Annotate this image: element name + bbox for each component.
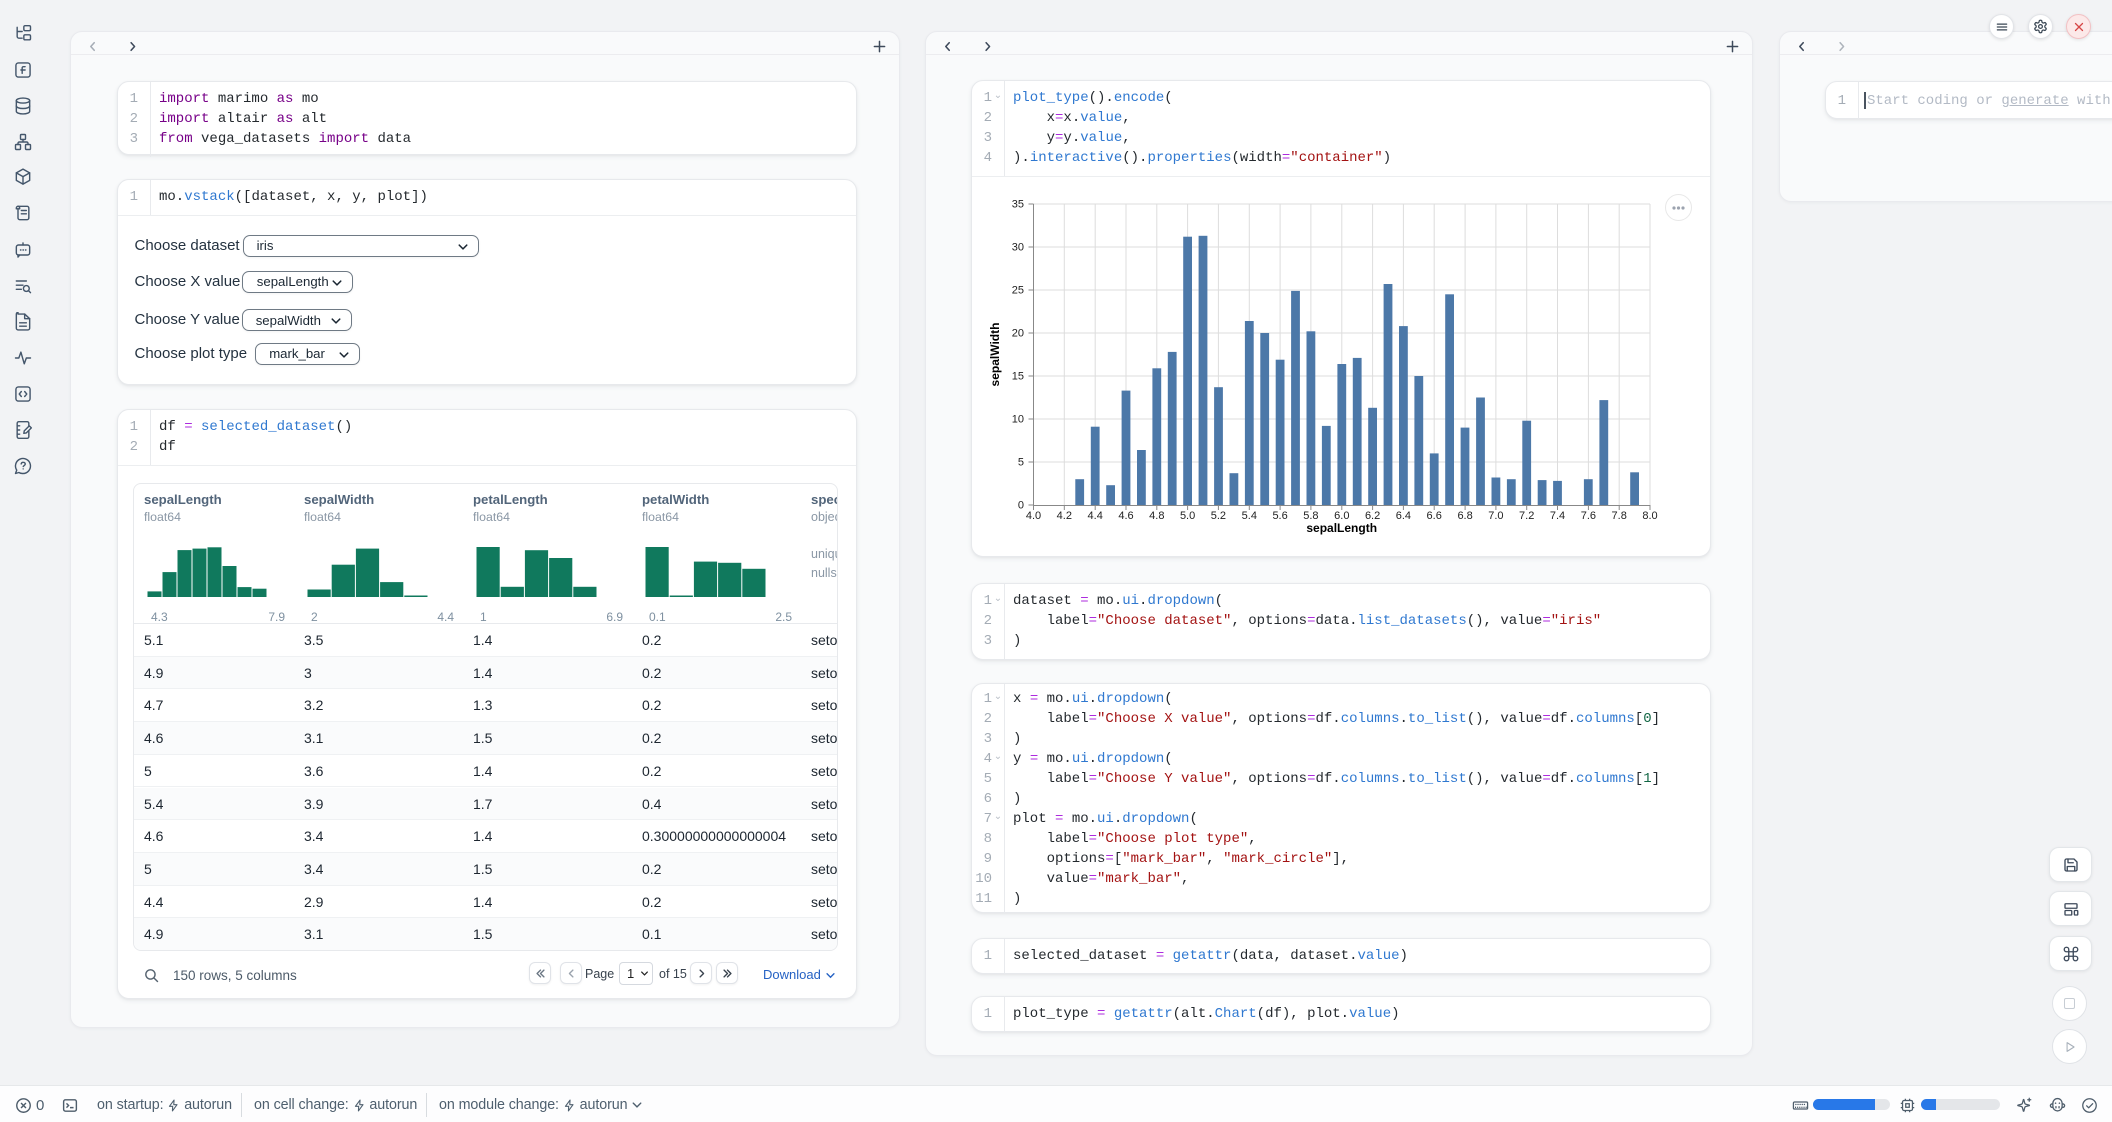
svg-text:4.6: 4.6 [1118, 510, 1133, 522]
svg-text:7.4: 7.4 [1550, 510, 1565, 522]
svg-text:5.6: 5.6 [1272, 510, 1287, 522]
svg-text:6.4: 6.4 [1396, 510, 1411, 522]
svg-text:6.8: 6.8 [1457, 510, 1472, 522]
svg-text:4.4: 4.4 [1088, 510, 1103, 522]
svg-text:sepalWidth: sepalWidth [988, 323, 1002, 387]
svg-text:8.0: 8.0 [1642, 510, 1657, 522]
svg-text:5.4: 5.4 [1242, 510, 1257, 522]
svg-text:5.0: 5.0 [1180, 510, 1195, 522]
svg-text:6.6: 6.6 [1427, 510, 1442, 522]
svg-text:25: 25 [1012, 285, 1024, 297]
svg-text:5: 5 [1018, 457, 1024, 469]
svg-text:4.0: 4.0 [1026, 510, 1041, 522]
svg-text:7.8: 7.8 [1612, 510, 1627, 522]
svg-text:35: 35 [1012, 199, 1024, 211]
svg-text:30: 30 [1012, 242, 1024, 254]
svg-text:7.2: 7.2 [1519, 510, 1534, 522]
svg-text:7.0: 7.0 [1488, 510, 1503, 522]
svg-text:5.2: 5.2 [1211, 510, 1226, 522]
svg-text:10: 10 [1012, 414, 1024, 426]
svg-text:4.2: 4.2 [1057, 510, 1072, 522]
svg-text:20: 20 [1012, 328, 1024, 340]
svg-text:0: 0 [1018, 500, 1024, 512]
svg-text:7.6: 7.6 [1581, 510, 1596, 522]
svg-text:15: 15 [1012, 371, 1024, 383]
svg-text:4.8: 4.8 [1149, 510, 1164, 522]
svg-text:sepalLength: sepalLength [1306, 521, 1377, 535]
